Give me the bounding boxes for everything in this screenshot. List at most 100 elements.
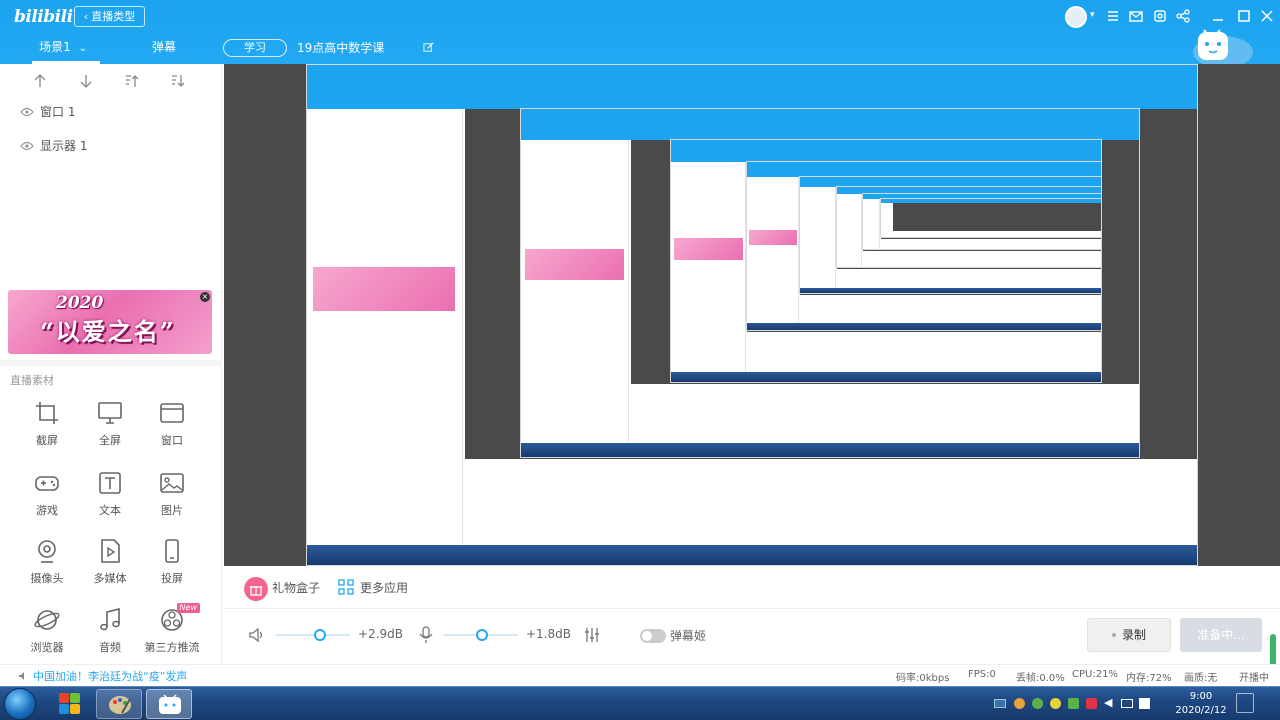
start-live-button[interactable]: 准备中... [1180,618,1262,652]
arrow-up-icon[interactable] [32,73,48,89]
category-button[interactable]: 学习 [223,39,287,57]
live-type-label: 直播类型 [91,10,136,23]
taskbar-app-colors[interactable] [46,689,92,719]
source-item-display[interactable]: 显示器 1 [20,136,87,156]
live-state: 开播中 [1239,673,1269,684]
tray-icon[interactable] [1086,698,1097,709]
volume-icon[interactable]: ◀ [1104,696,1112,709]
chevron-down-icon[interactable]: ▾ [1090,10,1098,26]
material-label: 多媒体 [93,572,127,585]
gear-icon[interactable] [1152,8,1168,24]
source-sort-toolbar [0,70,222,92]
close-icon[interactable]: × [200,292,210,302]
gift-box-label: 礼物盒子 [272,581,321,595]
keyboard-icon[interactable] [1139,698,1150,709]
avatar[interactable] [1065,6,1087,28]
network-icon[interactable] [1121,699,1133,708]
memory-usage: 内存:72% [1126,673,1172,684]
mic-volume-slider[interactable] [444,629,518,641]
banner-text: “以爱之名” [40,317,176,346]
taskbar-app-paint[interactable] [96,689,142,719]
material-text[interactable]: 文本 [78,470,142,530]
material-audio[interactable]: 音频 [78,607,142,667]
window-icon [160,403,184,423]
move-bottom-icon[interactable] [170,73,186,89]
material-label: 第三方推流 [144,641,200,654]
material-label: 截屏 [36,434,58,447]
phone-icon [165,539,179,563]
action-center-icon[interactable] [1236,693,1254,713]
danmaku-toggle[interactable] [640,629,666,643]
live-type-button[interactable]: ‹ 直播类型 [74,6,145,27]
taskbar-clock[interactable]: 9:00 2020/2/12 [1172,690,1230,718]
material-cast[interactable]: 投屏 [140,538,204,598]
text-icon [99,472,121,494]
start-button[interactable] [4,688,36,720]
gift-box-button[interactable]: 礼物盒子 [244,575,320,601]
tray-icon[interactable] [1032,698,1043,709]
bitrate: 码率:0kbps [896,673,950,684]
arrow-down-icon[interactable] [78,73,94,89]
image-icon [160,473,184,493]
more-apps-label: 更多应用 [360,581,409,595]
volume-row: +2.9dB +1.8dB 弹幕姬 [248,624,728,646]
material-camera[interactable]: 摄像头 [15,538,79,598]
status-bar: 中国加油！李治廷为战“疫”发声 码率:0kbps FPS:0 丢帧:0.0% C… [0,664,1280,686]
material-image[interactable]: 图片 [140,470,204,530]
shield-icon[interactable] [1068,698,1079,709]
taskbar-app-bilibili[interactable] [146,689,192,719]
microphone-icon[interactable] [418,626,434,644]
news-ticker[interactable]: 中国加油！李治廷为战“疫”发声 [18,668,187,684]
carousel-dots [104,347,120,351]
material-third-party-stream[interactable]: 第三方推流 New [140,603,204,667]
app-icon [59,693,80,714]
close-icon[interactable] [1259,8,1275,24]
music-icon [100,607,120,631]
chevron-down-icon: ⌄ [78,43,87,54]
tray-icon[interactable] [994,699,1006,708]
record-button[interactable]: 录制 [1087,618,1171,652]
material-window[interactable]: 窗口 [140,400,204,460]
control-bar: 礼物盒子 更多应用 +2.9dB +1.8dB 弹幕姬 录制 准备中... [224,566,1280,676]
fps: FPS:0 [968,669,996,680]
material-media[interactable]: 多媒体 [78,538,142,598]
system-tray: ◀ [990,687,1170,720]
material-fullscreen[interactable]: 全屏 [78,400,142,460]
tab-scene[interactable]: 场景1 ⌄ [26,36,100,64]
stream-preview[interactable] [224,64,1280,566]
speaker-volume-slider[interactable] [276,629,350,641]
move-top-icon[interactable] [124,73,140,89]
equalizer-icon[interactable] [583,626,601,644]
slider-knob[interactable] [314,629,326,641]
material-label: 窗口 [161,434,183,447]
menu-icon[interactable] [1105,8,1121,24]
windows-taskbar: ◀ 9:00 2020/2/12 [0,686,1280,720]
edit-icon[interactable] [423,42,434,53]
dropped-frames: 丢帧:0.0% [1016,673,1065,684]
material-browser[interactable]: 浏览器 [15,607,79,667]
mail-icon[interactable] [1128,8,1144,24]
material-screenshot[interactable]: 截屏 [15,400,79,460]
source-label: 窗口 1 [40,105,76,119]
event-banner[interactable]: 2020 “以爱之名” × [8,290,212,354]
paint-icon [109,696,131,714]
eye-icon[interactable] [20,141,34,151]
tab-danmaku[interactable]: 弹幕 [152,36,176,58]
mic-volume-value: +1.8dB [526,627,571,641]
eye-icon[interactable] [20,107,34,117]
material-game[interactable]: 游戏 [15,470,79,530]
monitor-icon [98,402,122,424]
tray-icon[interactable] [1014,698,1025,709]
crop-icon [36,402,58,424]
speaker-icon[interactable] [248,626,266,644]
slider-knob[interactable] [476,629,488,641]
material-label: 游戏 [36,504,58,517]
more-apps-button[interactable]: 更多应用 [338,575,408,601]
source-item-window[interactable]: 窗口 1 [20,102,75,122]
material-label: 文本 [99,504,121,517]
material-label: 音频 [99,641,121,654]
divider [0,360,222,366]
tray-icon[interactable] [1050,698,1061,709]
share-icon[interactable] [1175,8,1191,24]
danmaku-toggle-label: 弹幕姬 [670,629,707,643]
